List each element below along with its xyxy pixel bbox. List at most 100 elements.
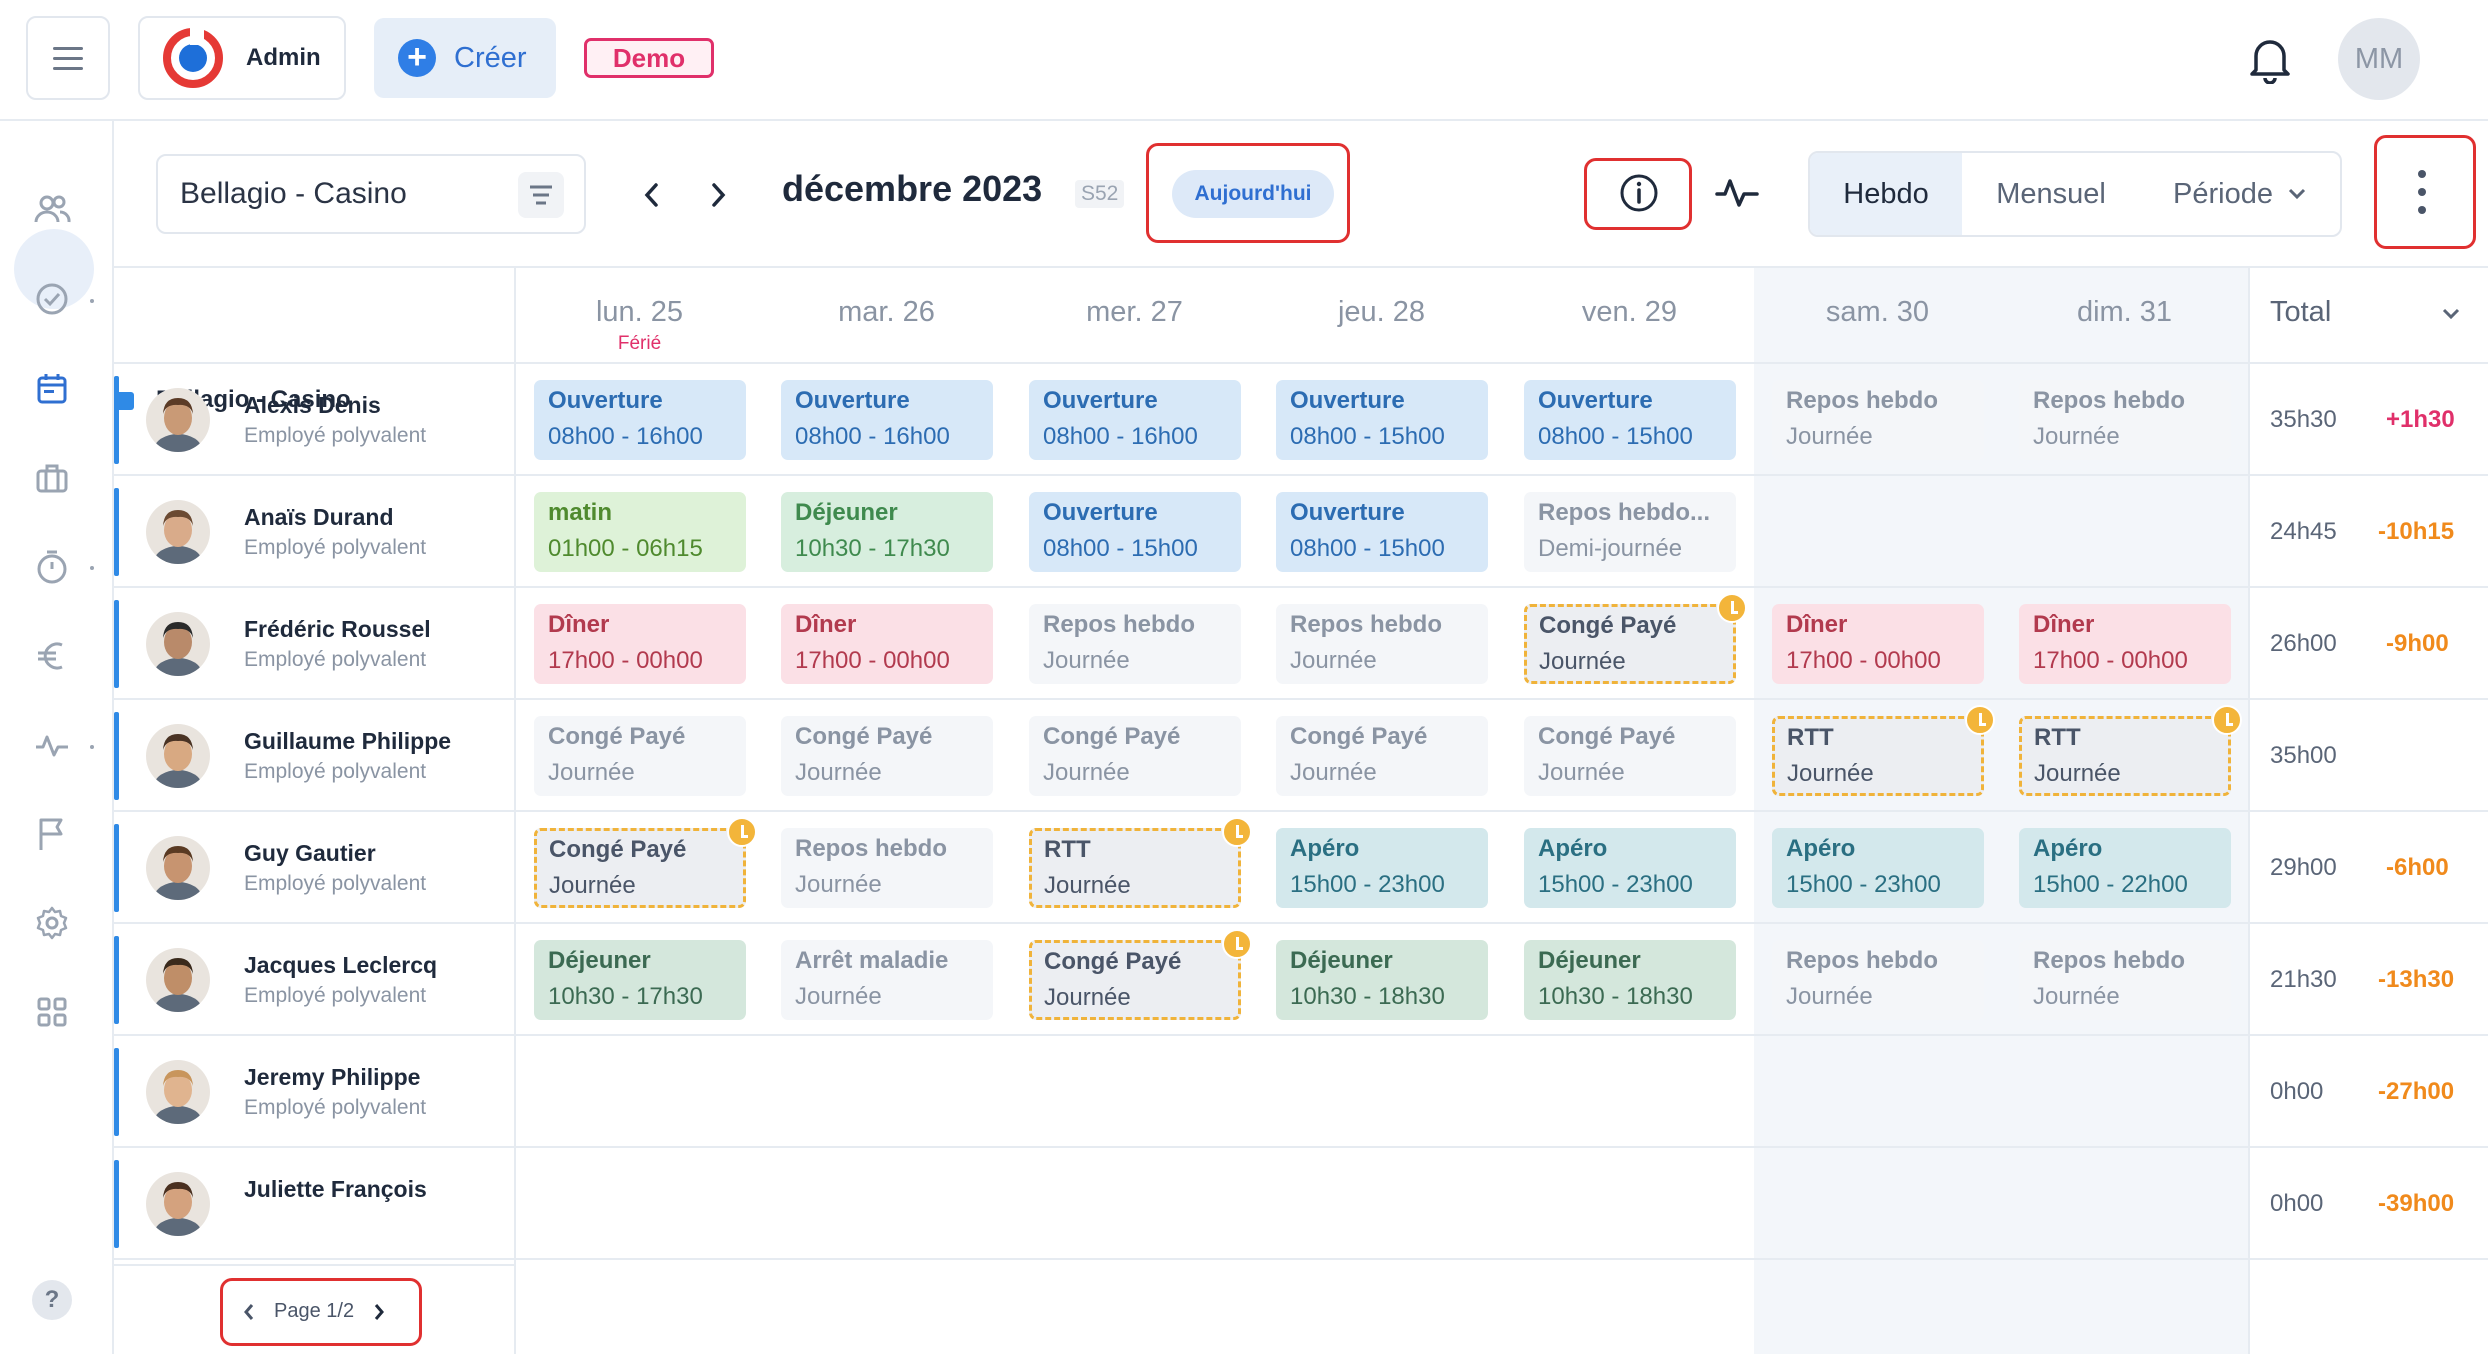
next-page-chevron-icon[interactable]	[370, 1300, 388, 1324]
shift-card[interactable]: Ouverture 08h00 - 16h00	[781, 380, 993, 460]
day-header[interactable]: sam. 30	[1754, 296, 2001, 329]
stopwatch-icon[interactable]	[32, 547, 72, 587]
employee-row: Anaïs Durand Employé polyvalent 24h45 -10h1…	[114, 476, 2488, 588]
next-week-chevron-icon[interactable]	[698, 172, 738, 218]
euro-icon[interactable]	[32, 636, 72, 676]
shift-card[interactable]: Ouverture 08h00 - 15h00	[1276, 492, 1488, 572]
day-header[interactable]: ven. 29	[1506, 296, 1753, 329]
previous-page-chevron-icon[interactable]	[240, 1300, 258, 1324]
shift-card[interactable]: Congé Payé Journée	[534, 817, 757, 908]
users-icon[interactable]	[32, 190, 72, 230]
settings-gear-icon[interactable]	[32, 903, 72, 943]
activity-icon[interactable]	[32, 725, 72, 765]
employee-name[interactable]: Guy Gautier	[244, 840, 376, 867]
day-header[interactable]: mar. 26	[763, 296, 1010, 329]
calendar-icon[interactable]	[32, 369, 72, 409]
admin-switcher[interactable]: Admin	[138, 16, 346, 100]
flag-icon[interactable]	[32, 814, 72, 854]
shift-card[interactable]: RTT Journée	[1772, 705, 1995, 796]
create-button[interactable]: + Créer	[374, 18, 556, 98]
filter-icon[interactable]	[518, 172, 564, 218]
shift-card[interactable]: Congé Payé Journée	[1524, 716, 1736, 796]
shift-card[interactable]: Congé Payé Journée	[1029, 929, 1252, 1020]
previous-week-chevron-icon[interactable]	[632, 172, 672, 218]
employee-name[interactable]: Jeremy Philippe	[244, 1064, 420, 1091]
shift-card[interactable]: Apéro 15h00 - 23h00	[1524, 828, 1736, 908]
shift-card[interactable]: Repos hebdo Journée	[1772, 940, 1984, 1020]
check-circle-icon[interactable]	[32, 279, 72, 319]
menu-button[interactable]	[26, 16, 110, 100]
tab-mensuel[interactable]: Mensuel	[1962, 153, 2140, 235]
shift-card[interactable]: Ouverture 08h00 - 15h00	[1029, 492, 1241, 572]
shift-card[interactable]: Congé Payé Journée	[781, 716, 993, 796]
shift-card[interactable]: Congé Payé Journée	[1524, 593, 1747, 684]
shift-title: matin	[548, 499, 613, 526]
shift-card[interactable]: Repos hebdo Journée	[1029, 604, 1241, 684]
shift-title: Déjeuner	[1290, 947, 1393, 974]
today-button[interactable]: Aujourd'hui	[1172, 170, 1334, 218]
shift-card[interactable]: Déjeuner 10h30 - 18h30	[1524, 940, 1736, 1020]
shift-card[interactable]: Déjeuner 10h30 - 17h30	[534, 940, 746, 1020]
shift-card[interactable]: Dîner 17h00 - 00h00	[1772, 604, 1984, 684]
info-icon[interactable]	[1618, 172, 1660, 214]
shift-time: 10h30 - 18h30	[1290, 983, 1445, 1010]
shift-card[interactable]: Repos hebdo Journée	[2019, 940, 2231, 1020]
shift-card[interactable]: Congé Payé Journée	[1276, 716, 1488, 796]
shift-card[interactable]: Congé Payé Journée	[534, 716, 746, 796]
shift-card[interactable]: Déjeuner 10h30 - 17h30	[781, 492, 993, 572]
briefcase-icon[interactable]	[32, 458, 72, 498]
day-header[interactable]: dim. 31	[2001, 296, 2248, 329]
day-header[interactable]: jeu. 28	[1258, 296, 1505, 329]
shift-card[interactable]: Repos hebdo Journée	[1276, 604, 1488, 684]
bell-icon[interactable]	[2248, 34, 2292, 84]
employee-avatar[interactable]	[146, 500, 210, 564]
shift-card[interactable]: Ouverture 08h00 - 16h00	[1029, 380, 1241, 460]
shift-card[interactable]: Dîner 17h00 - 00h00	[534, 604, 746, 684]
employee-avatar[interactable]	[146, 836, 210, 900]
chevron-down-icon[interactable]	[2440, 306, 2462, 322]
day-header[interactable]: lun. 25	[516, 296, 763, 329]
shift-card[interactable]: Repos hebdo... Demi-journée	[1524, 492, 1736, 572]
activity-pulse-icon[interactable]	[1714, 172, 1760, 214]
more-options-icon[interactable]	[2416, 170, 2428, 214]
shift-card[interactable]: Déjeuner 10h30 - 18h30	[1276, 940, 1488, 1020]
shift-card[interactable]: Arrêt maladie Journée	[781, 940, 993, 1020]
shift-card[interactable]: Ouverture 08h00 - 15h00	[1524, 380, 1736, 460]
employee-avatar[interactable]	[146, 724, 210, 788]
shift-card[interactable]: Repos hebdo Journée	[2019, 380, 2231, 460]
tab-periode[interactable]: Période	[2140, 153, 2340, 235]
shift-card[interactable]: RTT Journée	[1029, 817, 1252, 908]
employee-name[interactable]: Guillaume Philippe	[244, 728, 451, 755]
employee-name[interactable]: Frédéric Roussel	[244, 616, 431, 643]
shift-card[interactable]: Congé Payé Journée	[1029, 716, 1241, 796]
shift-card[interactable]: RTT Journée	[2019, 705, 2242, 796]
shift-card[interactable]: Repos hebdo Journée	[781, 828, 993, 908]
shift-card[interactable]: Apéro 15h00 - 23h00	[1276, 828, 1488, 908]
employee-name[interactable]: Jacques Leclercq	[244, 952, 437, 979]
shift-card[interactable]: Ouverture 08h00 - 16h00	[534, 380, 746, 460]
shift-card[interactable]: Dîner 17h00 - 00h00	[2019, 604, 2231, 684]
help-icon[interactable]: ?	[32, 1280, 72, 1320]
employee-name[interactable]: Alexis Denis	[244, 392, 381, 419]
employee-row: Jeremy Philippe Employé polyvalent 0h00 -27…	[114, 1036, 2488, 1148]
user-avatar[interactable]: MM	[2338, 18, 2420, 100]
shift-card[interactable]: Dîner 17h00 - 00h00	[781, 604, 993, 684]
employee-avatar[interactable]	[146, 388, 210, 452]
site-selector[interactable]: Bellagio - Casino	[156, 154, 586, 234]
apps-grid-icon[interactable]	[32, 992, 72, 1032]
shift-card[interactable]: Apéro 15h00 - 22h00	[2019, 828, 2231, 908]
employee-total-hours: 0h00	[2270, 1190, 2324, 1217]
shift-card[interactable]: matin 01h00 - 06h15	[534, 492, 746, 572]
shift-card[interactable]: Repos hebdo Journée	[1772, 380, 1984, 460]
shift-card[interactable]: Apéro 15h00 - 23h00	[1772, 828, 1984, 908]
tab-hebdo[interactable]: Hebdo	[1810, 153, 1962, 235]
employee-avatar[interactable]	[146, 612, 210, 676]
employee-avatar[interactable]	[146, 1172, 210, 1236]
employee-avatar[interactable]	[146, 1060, 210, 1124]
shift-card[interactable]: Ouverture 08h00 - 15h00	[1276, 380, 1488, 460]
employee-name[interactable]: Anaïs Durand	[244, 504, 394, 531]
day-header[interactable]: mer. 27	[1011, 296, 1258, 329]
employee-name[interactable]: Juliette François	[244, 1176, 427, 1203]
shift-title: Ouverture	[1290, 499, 1405, 526]
employee-avatar[interactable]	[146, 948, 210, 1012]
